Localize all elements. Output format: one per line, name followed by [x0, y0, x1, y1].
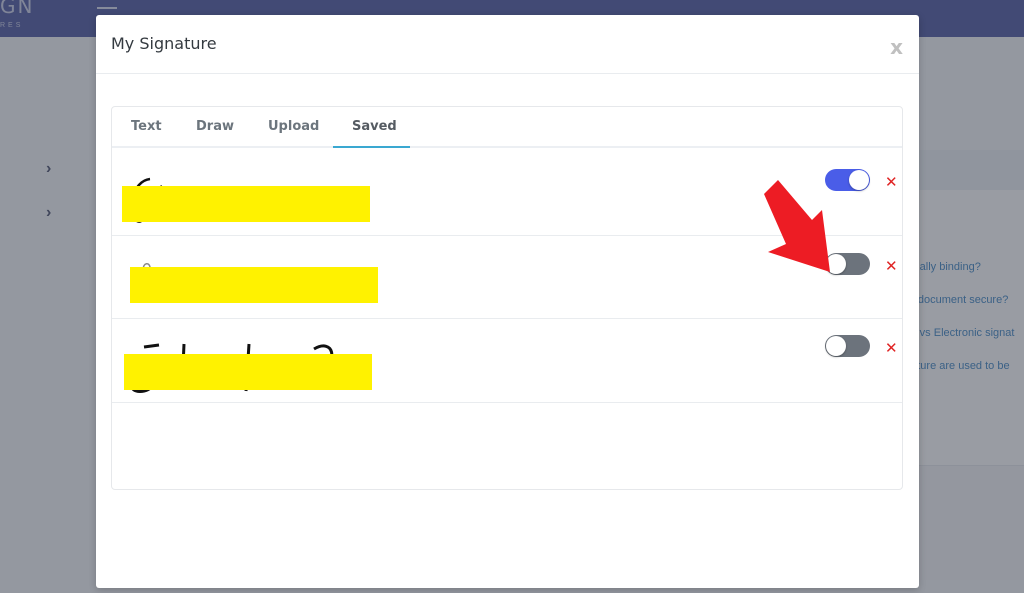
signature-modal: My Signature x Text Draw Upload Saved ✕ [96, 15, 919, 588]
delete-signature-icon[interactable]: ✕ [885, 339, 898, 357]
signature-default-toggle[interactable] [825, 335, 870, 357]
redaction-box [124, 354, 372, 390]
modal-header: My Signature x [96, 15, 919, 74]
tab-draw[interactable]: Draw [196, 119, 234, 134]
close-button[interactable]: x [890, 35, 903, 59]
tab-saved[interactable]: Saved [352, 119, 397, 134]
annotation-arrow-icon [764, 180, 830, 272]
tab-text[interactable]: Text [131, 119, 162, 134]
signature-card: Text Draw Upload Saved ✕ ✕ ✕ [111, 106, 903, 490]
toggle-knob [826, 336, 846, 356]
modal-title: My Signature [111, 34, 217, 53]
delete-signature-icon[interactable]: ✕ [885, 257, 898, 275]
redaction-box [130, 267, 378, 303]
saved-signature-row: ✕ [112, 319, 902, 403]
signature-tabs: Text Draw Upload Saved [112, 107, 902, 148]
toggle-knob [849, 170, 869, 190]
redaction-box [122, 186, 370, 222]
active-tab-indicator [333, 146, 410, 148]
tab-upload[interactable]: Upload [268, 119, 319, 134]
delete-signature-icon[interactable]: ✕ [885, 173, 898, 191]
